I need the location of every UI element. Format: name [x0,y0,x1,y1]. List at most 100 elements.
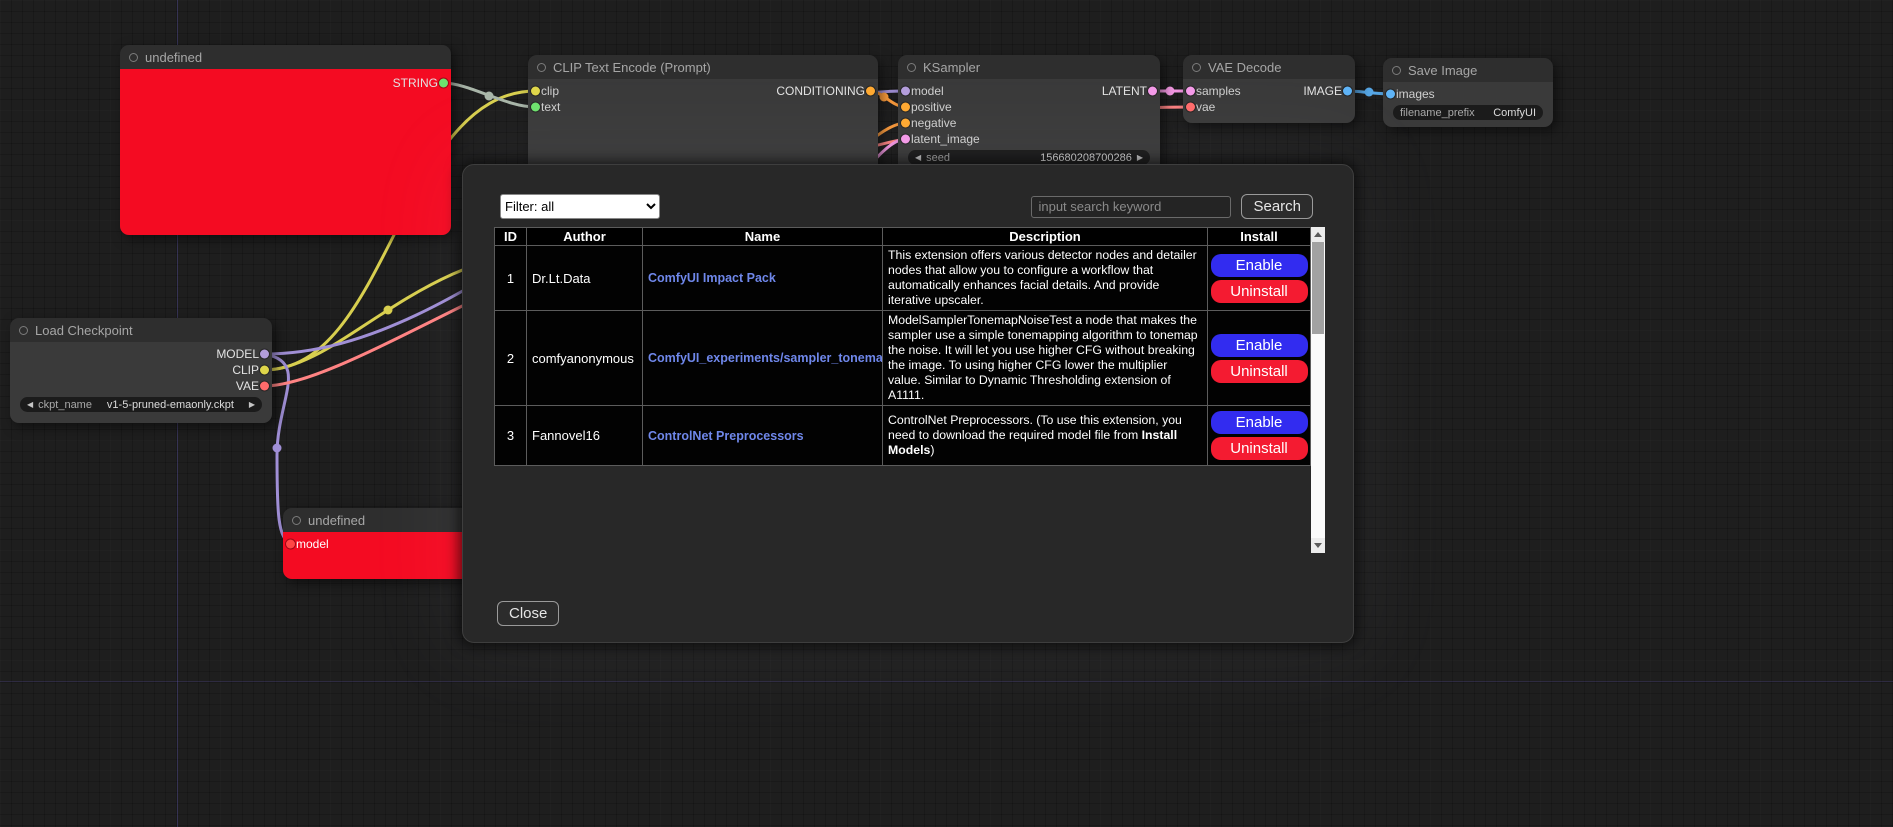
table-row: 3 Fannovel16 ControlNet Preprocessors Co… [495,406,1311,466]
input-slot-vae[interactable] [1186,103,1195,112]
node-title: CLIP Text Encode (Prompt) [553,60,711,75]
node-title-bar[interactable]: Load Checkpoint [10,318,272,342]
node-title-bar[interactable]: undefined [120,45,451,69]
input-label-model: model [911,84,944,98]
cell-id: 2 [495,311,527,406]
node-title-bar[interactable]: CLIP Text Encode (Prompt) [528,55,878,79]
slot-row: latent_image [898,131,1160,147]
dialog-toolbar: Filter: all Search [500,194,1313,219]
output-label-vae: VAE [236,379,259,393]
scroll-thumb[interactable] [1312,242,1324,334]
node-body: images filename_prefix ComfyUI [1383,82,1553,127]
output-slot-conditioning[interactable] [866,87,875,96]
extension-link[interactable]: ComfyUI Impact Pack [648,271,776,285]
node-title: VAE Decode [1208,60,1281,75]
node-undefined-top[interactable]: undefined STRING [120,45,451,235]
table-row: 2 comfyanonymous ComfyUI_experiments/sam… [495,311,1311,406]
widget-filename-prefix[interactable]: filename_prefix ComfyUI [1393,105,1543,120]
widget-value-seed: 156680208700286 [1040,152,1132,164]
node-title-bar[interactable]: VAE Decode [1183,55,1355,79]
output-slot-vae[interactable] [260,382,269,391]
widget-ckpt-name[interactable]: ckpt_name v1-5-pruned-emaonly.ckpt [20,397,262,412]
decrease-arrow-icon[interactable] [915,150,921,165]
node-title: KSampler [923,60,980,75]
enable-button[interactable]: Enable [1211,334,1308,357]
node-title-bar[interactable]: Save Image [1383,58,1553,82]
slot-row: model LATENT [898,83,1160,99]
output-label-latent: LATENT [1102,84,1147,98]
wire-string-to-text [443,83,536,107]
node-collapse-dot[interactable] [1392,66,1401,75]
filter-select[interactable]: Filter: all [500,194,660,219]
search-group: Search [1031,194,1313,219]
node-load-checkpoint[interactable]: Load Checkpoint MODEL CLIP VAE ckpt_name… [10,318,272,423]
wire-midpoint-dot [880,93,889,102]
cell-install: Enable Uninstall [1208,406,1311,466]
output-slot-model[interactable] [260,350,269,359]
node-title-bar[interactable]: KSampler [898,55,1160,79]
input-slot-latent-image[interactable] [901,135,910,144]
input-slot-images[interactable] [1386,90,1395,99]
enable-button[interactable]: Enable [1211,411,1308,434]
widget-label-seed: seed [926,152,950,164]
search-input[interactable] [1031,196,1231,218]
input-slot-samples[interactable] [1186,87,1195,96]
input-slot-positive[interactable] [901,103,910,112]
slot-row: negative [898,115,1160,131]
col-header-install: Install [1208,228,1311,246]
col-header-id: ID [495,228,527,246]
node-collapse-dot[interactable] [907,63,916,72]
col-header-description: Description [883,228,1208,246]
slot-row: vae [1183,99,1355,115]
uninstall-button[interactable]: Uninstall [1211,437,1308,460]
node-save-image[interactable]: Save Image images filename_prefix ComfyU… [1383,58,1553,127]
node-collapse-dot[interactable] [1192,63,1201,72]
input-slot-model[interactable] [901,87,910,96]
node-title: undefined [145,50,202,65]
custom-nodes-table: ID Author Name Description Install 1 Dr.… [494,227,1311,466]
wire-midpoint-dot [384,306,393,315]
widget-seed[interactable]: seed 156680208700286 [908,150,1150,165]
uninstall-button[interactable]: Uninstall [1211,360,1308,383]
previous-arrow-icon[interactable] [27,397,33,412]
node-body: MODEL CLIP VAE ckpt_name v1-5-pruned-ema… [10,342,272,423]
search-button[interactable]: Search [1241,194,1313,219]
cell-description: ControlNet Preprocessors. (To use this e… [883,406,1208,466]
close-button[interactable]: Close [497,601,559,626]
uninstall-button[interactable]: Uninstall [1211,280,1308,303]
input-slot-model[interactable] [286,540,295,549]
node-collapse-dot[interactable] [19,326,28,335]
increase-arrow-icon[interactable] [1137,150,1143,165]
wire-midpoint-dot [1365,88,1374,97]
slot-row: VAE [10,378,272,394]
node-title: undefined [308,513,365,528]
node-collapse-dot[interactable] [292,516,301,525]
input-slot-text[interactable] [531,103,540,112]
output-slot-image[interactable] [1343,87,1352,96]
input-slot-clip[interactable] [531,87,540,96]
cell-description: This extension offers various detector n… [883,246,1208,311]
node-collapse-dot[interactable] [537,63,546,72]
extension-link[interactable]: ComfyUI_experiments/sampler_tonemap [648,351,883,365]
output-label-clip: CLIP [232,363,259,377]
scroll-up-button[interactable] [1311,227,1325,242]
node-body: samples IMAGE vae [1183,79,1355,123]
scroll-down-button[interactable] [1311,538,1325,553]
enable-button[interactable]: Enable [1211,254,1308,277]
slot-row: images [1383,86,1553,102]
cell-install: Enable Uninstall [1208,246,1311,311]
next-arrow-icon[interactable] [249,397,255,412]
table-scrollbar[interactable] [1311,227,1325,553]
input-label-vae: vae [1196,100,1215,114]
output-slot-latent[interactable] [1148,87,1157,96]
table-row: 1 Dr.Lt.Data ComfyUI Impact Pack This ex… [495,246,1311,311]
table-header-row: ID Author Name Description Install [495,228,1311,246]
cell-install: Enable Uninstall [1208,311,1311,406]
output-slot-string[interactable] [439,79,448,88]
input-slot-negative[interactable] [901,119,910,128]
node-vae-decode[interactable]: VAE Decode samples IMAGE vae [1183,55,1355,123]
extension-link[interactable]: ControlNet Preprocessors [648,429,804,443]
node-collapse-dot[interactable] [129,53,138,62]
slot-row: CLIP [10,362,272,378]
output-slot-clip[interactable] [260,366,269,375]
